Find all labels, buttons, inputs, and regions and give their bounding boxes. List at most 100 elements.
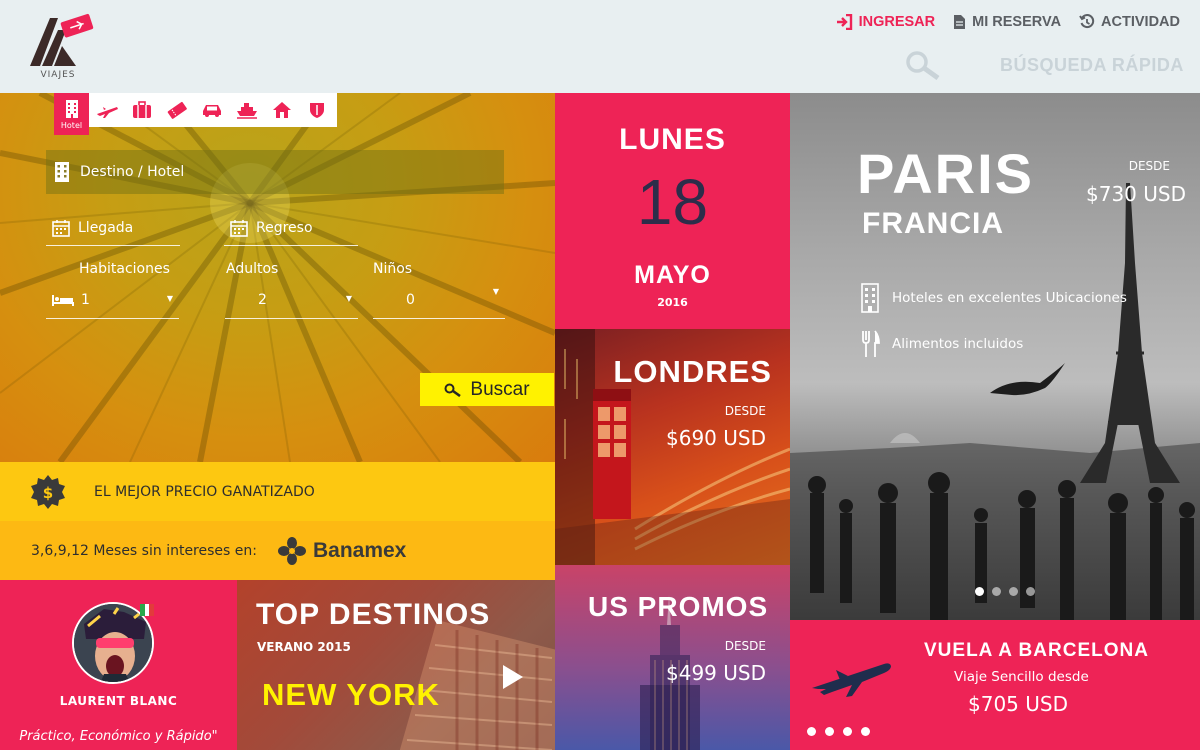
carousel-dot[interactable] (807, 727, 816, 736)
paris-carousel-dots (975, 587, 1035, 596)
barcelona-carousel-dots (807, 727, 870, 736)
us-promos-card[interactable]: US PROMOS DESDE $499 USD (555, 565, 790, 750)
house-icon (272, 102, 291, 118)
cutlery-icon (862, 330, 880, 357)
top-destinations-title: TOP DESTINOS (256, 598, 491, 631)
paris-price: $730 USD (1086, 182, 1186, 206)
date-day: 18 (636, 166, 709, 238)
carousel-dot[interactable] (992, 587, 1001, 596)
paris-offer-card[interactable]: PARIS FRANCIA DESDE $730 USD Hoteles en … (790, 93, 1200, 620)
paris-feature-meals: Alimentos incluidos (860, 330, 1023, 358)
document-icon (954, 15, 966, 29)
children-label: Niños (373, 261, 413, 277)
carousel-dot[interactable] (861, 727, 870, 736)
my-reservation-link[interactable]: MI RESERVA (953, 14, 1061, 30)
barcelona-offer-card[interactable]: VUELA A BARCELONA Viaje Sencillo desde $… (790, 620, 1200, 750)
barcelona-subtitle: Viaje Sencillo desde (954, 669, 1089, 685)
svg-text:$: $ (43, 484, 53, 502)
chevron-down-icon: ▼ (345, 294, 352, 303)
checkin-input[interactable]: Llegada (46, 211, 180, 246)
chevron-down-icon: ▼ (492, 287, 499, 296)
tab-cars[interactable] (194, 93, 229, 127)
ticket-icon (167, 101, 187, 119)
rooms-select[interactable]: 1 ▼ (46, 281, 179, 319)
play-icon[interactable] (502, 664, 524, 690)
top-destinations-city: NEW YORK (262, 677, 440, 712)
activity-link[interactable]: ACTIVIDAD (1079, 14, 1180, 30)
building-icon (55, 162, 69, 182)
quick-search[interactable]: BÚSQUEDA RÁPIDA (904, 50, 1184, 80)
london-from-label: DESDE (724, 404, 766, 418)
paris-feature-hotels: Hoteles en excelentes Ubicaciones (860, 283, 1127, 313)
luggage-icon (132, 101, 151, 118)
top-navigation: INGRESAR MI RESERVA ACTIVIDAD (835, 14, 1180, 30)
shield-icon (309, 103, 324, 118)
tab-packages[interactable] (124, 93, 159, 127)
plane-icon (96, 107, 118, 118)
carousel-dot[interactable] (975, 587, 984, 596)
search-button-label: Buscar (470, 378, 530, 400)
login-label: INGRESAR (858, 14, 936, 30)
date-tile: LUNES 18 MAYO 2016 (555, 93, 790, 329)
tab-flights[interactable] (89, 93, 124, 127)
travel-type-tabs: Hotel (54, 93, 337, 135)
search-button[interactable]: Buscar (420, 373, 554, 406)
banamex-name: Banamex (312, 538, 407, 562)
carousel-dot[interactable] (843, 727, 852, 736)
activity-label: ACTIVIDAD (1101, 14, 1180, 30)
login-link[interactable]: INGRESAR (835, 14, 936, 30)
us-promos-price: $499 USD (666, 661, 766, 685)
rooms-label: Habitaciones (79, 261, 170, 277)
tab-cruises[interactable] (229, 93, 264, 127)
rooms-value: 1 (81, 291, 90, 308)
children-select[interactable]: 0 ▼ (373, 281, 505, 319)
testimonial-card[interactable]: LAURENT BLANC Práctico, Económico y Rápi… (0, 580, 237, 750)
tab-rentals[interactable] (264, 93, 299, 127)
destination-input[interactable]: Destino / Hotel (46, 150, 504, 194)
search-panel: Hotel Destino / Hotel Llegada Regreso Ha… (0, 93, 555, 462)
building-icon (861, 283, 879, 313)
date-month: MAYO (634, 261, 711, 289)
quick-search-label: BÚSQUEDA RÁPIDA (1000, 54, 1184, 75)
top-destinations-season: VERANO 2015 (257, 640, 351, 654)
installments-banner: 3,6,9,12 Meses sin intereses en: Banamex (0, 521, 555, 580)
forest-background (0, 93, 555, 462)
paris-feature-meals-text: Alimentos incluidos (892, 336, 1024, 352)
adults-value: 2 (258, 291, 267, 308)
tab-tickets[interactable] (159, 93, 194, 127)
paris-from-label: DESDE (1128, 159, 1170, 173)
top-destinations-card[interactable]: TOP DESTINOS VERANO 2015 NEW YORK (237, 580, 555, 750)
brand-logo[interactable]: VIAJES (28, 8, 100, 84)
london-title: LONDRES (613, 354, 772, 389)
paris-country: FRANCIA (862, 207, 1004, 240)
history-icon (1079, 14, 1095, 29)
hotel-icon (65, 99, 78, 118)
installments-text: 3,6,9,12 Meses sin intereses en: (31, 542, 257, 559)
bed-icon (52, 294, 74, 306)
us-promos-title: US PROMOS (588, 591, 769, 622)
paris-feature-hotels-text: Hoteles en excelentes Ubicaciones (892, 290, 1127, 306)
italy-flag-icon (140, 604, 155, 616)
best-price-banner: $ EL MEJOR PRECIO GANATIZADO (0, 462, 555, 521)
adults-select[interactable]: 2 ▼ (225, 281, 358, 319)
london-price: $690 USD (666, 426, 766, 450)
adults-label: Adultos (226, 261, 279, 277)
carousel-dot[interactable] (1026, 587, 1035, 596)
checkout-input[interactable]: Regreso (224, 211, 358, 246)
site-header: VIAJES INGRESAR MI RESERVA ACTIVIDAD BÚS… (0, 0, 1200, 93)
us-promos-from-label: DESDE (724, 639, 766, 653)
tab-hotel[interactable]: Hotel (54, 93, 89, 135)
carousel-dot[interactable] (1009, 587, 1018, 596)
barcelona-price: $705 USD (968, 692, 1068, 716)
banamex-logo[interactable]: Banamex (277, 536, 406, 566)
testimonial-quote: Práctico, Económico y Rápido" (19, 729, 218, 744)
chevron-down-icon: ▼ (166, 294, 173, 303)
calendar-icon (230, 220, 248, 237)
london-offer-card[interactable]: LONDRES DESDE $690 USD (555, 329, 790, 565)
tab-insurance[interactable] (299, 93, 334, 127)
carousel-dot[interactable] (825, 727, 834, 736)
checkin-placeholder: Llegada (78, 220, 134, 236)
tab-hotel-label: Hotel (60, 120, 83, 130)
destination-placeholder: Destino / Hotel (80, 164, 185, 180)
barcelona-title: VUELA A BARCELONA (924, 640, 1149, 661)
